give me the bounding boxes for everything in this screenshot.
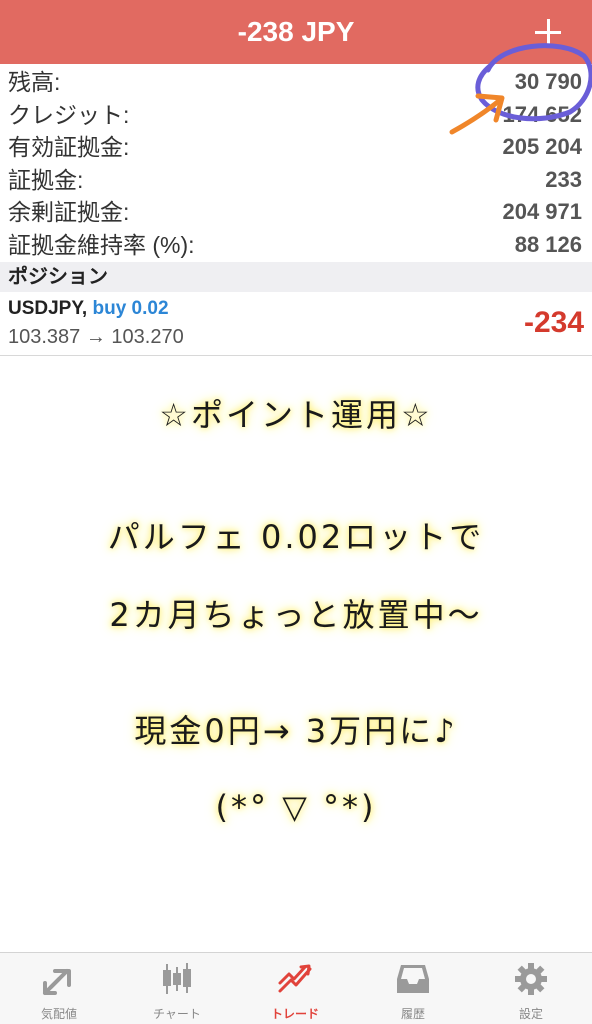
settings-icon — [515, 963, 547, 995]
tab-label: チャート — [153, 1007, 201, 1021]
summary-value: 30 790 — [514, 69, 582, 94]
tab-trade[interactable]: トレード — [236, 953, 354, 1024]
floating-profit-title: -238 JPY — [237, 16, 355, 47]
history-icon — [397, 965, 429, 993]
note-line-emoticon: (*° ▽ °*) — [215, 788, 377, 826]
summary-row-margin: 証拠金: 233 — [0, 164, 592, 197]
summary-label: 余剰証拠金: — [8, 199, 130, 225]
summary-value: 88 126 — [514, 231, 582, 257]
summary-label: 残高: — [8, 69, 61, 95]
summary-value: 205 204 — [502, 134, 582, 159]
summary-value: 174 652 — [502, 101, 582, 127]
summary-row-balance: 残高: 30 790 — [0, 66, 592, 99]
note-line-title: ☆ポイント運用☆ — [159, 396, 433, 434]
note-line: パルフェ 0.02ロットで — [107, 518, 485, 556]
summary-label: クレジット: — [8, 101, 130, 128]
account-summary: 残高: 30 790 クレジット: 174 652 有効証拠金: 205 204… — [0, 66, 592, 261]
tab-label: 設定 — [518, 1007, 543, 1021]
header-bar: -238 JPY — [0, 0, 592, 64]
tab-label: 気配値 — [40, 1007, 77, 1021]
chart-icon — [163, 963, 191, 994]
quotes-icon — [43, 969, 71, 995]
summary-label: 証拠金: — [8, 166, 84, 193]
note-line: 2カ月ちょっと放置中〜 — [109, 596, 483, 634]
trade-icon — [278, 964, 312, 993]
summary-row-credit: クレジット: 174 652 — [0, 99, 592, 132]
summary-row-equity: 有効証拠金: 205 204 — [0, 131, 592, 164]
bottom-tab-bar: 気配値 チャート トレード 履歴 設定 — [0, 952, 592, 1024]
position-prices: 103.387 → 103.270 — [8, 326, 184, 348]
tab-label: 履歴 — [400, 1007, 425, 1021]
positions-section-title: ポジション — [8, 266, 108, 288]
note-line: 現金0円→ 3万円に♪ — [134, 712, 458, 750]
summary-row-free-margin: 余剰証拠金: 204 971 — [0, 196, 592, 229]
position-title: USDJPY, buy 0.02 — [8, 298, 169, 320]
tab-quotes[interactable]: 気配値 — [0, 953, 118, 1024]
summary-label: 証拠金維持率 (%): — [8, 231, 195, 258]
add-order-button[interactable] — [528, 12, 568, 52]
tab-chart[interactable]: チャート — [118, 953, 236, 1024]
position-side: buy 0.02 — [92, 298, 169, 319]
position-row[interactable]: USDJPY, buy 0.02 103.387 → 103.270 -234 — [0, 292, 592, 356]
tab-history[interactable]: 履歴 — [354, 953, 472, 1024]
tab-label: トレード — [270, 1007, 319, 1021]
tab-settings[interactable]: 設定 — [472, 953, 590, 1024]
position-profit: -234 — [523, 306, 584, 339]
positions-section-header: ポジション — [0, 262, 592, 292]
summary-value: 204 971 — [502, 199, 582, 224]
position-symbol: USDJPY, — [8, 298, 88, 319]
summary-value: 233 — [545, 166, 582, 192]
summary-label: 有効証拠金: — [8, 134, 130, 160]
summary-row-margin-level: 証拠金維持率 (%): 88 126 — [0, 229, 592, 262]
